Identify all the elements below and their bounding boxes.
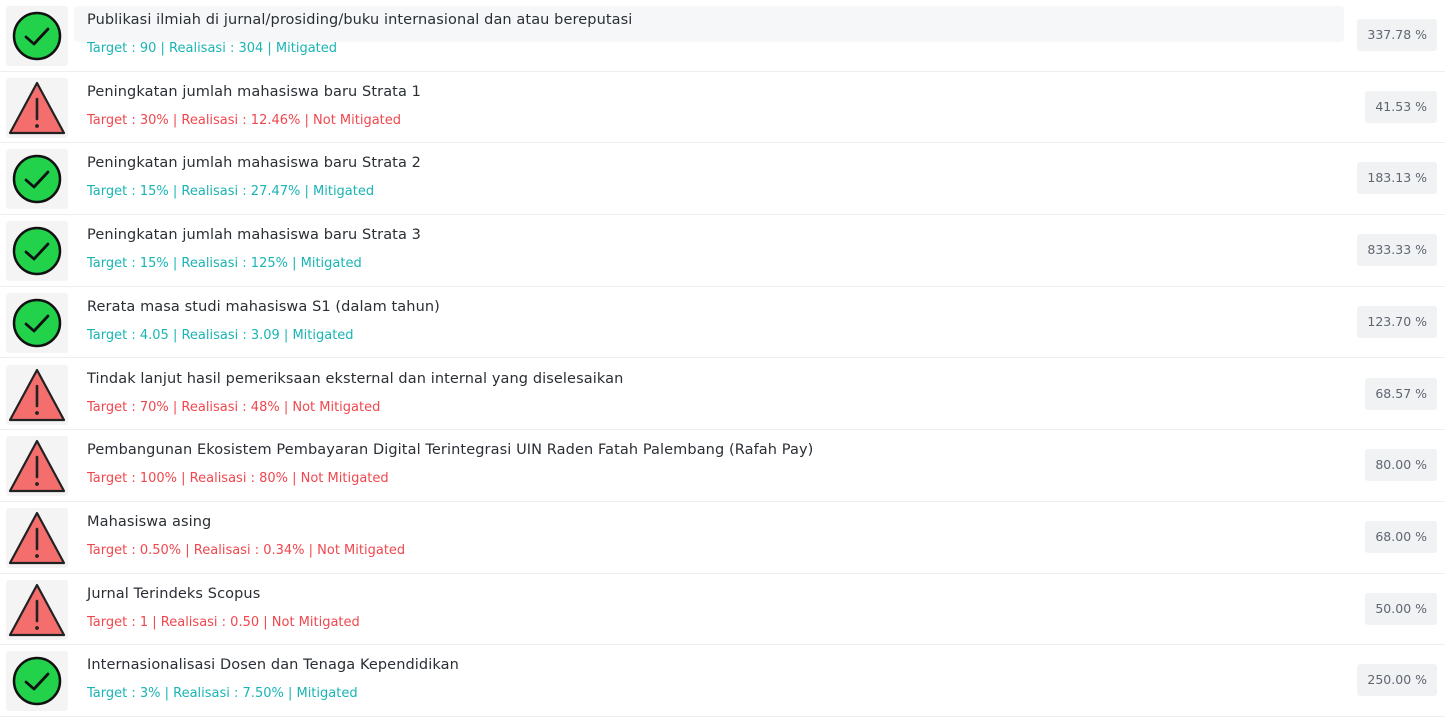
indicator-row[interactable]: Pembangunan Ekosistem Pembayaran Digital… [0, 430, 1445, 502]
indicator-row[interactable]: Tindak lanjut hasil pemeriksaan eksterna… [0, 359, 1445, 431]
indicator-target-realisasi: Target : 3% | Realisasi : 7.50% | Mitiga… [87, 686, 358, 702]
indicator-title: Mahasiswa asing [87, 513, 212, 530]
indicator-title: Peningkatan jumlah mahasiswa baru Strata… [87, 155, 421, 172]
achievement-percent-badge: 833.33 % [1357, 234, 1437, 267]
indicator-row[interactable]: Jurnal Terindeks Scopus Target : 1 | Real… [0, 574, 1445, 646]
check-circle-icon [6, 149, 68, 210]
achievement-percent-badge: 50.00 % [1365, 592, 1437, 625]
indicator-row[interactable]: Rerata masa studi mahasiswa S1 (dalam ta… [0, 287, 1445, 359]
achievement-percent-badge: 183.13 % [1357, 162, 1437, 195]
check-circle-icon [6, 221, 68, 282]
achievement-percent-badge: 123.70 % [1357, 305, 1437, 338]
indicator-title: Publikasi ilmiah di jurnal/prosiding/buk… [87, 12, 633, 28]
indicator-target-realisasi: Target : 4.05 | Realisasi : 3.09 | Mitig… [87, 327, 354, 343]
indicator-target-realisasi: Target : 1 | Realisasi : 0.50 | Not Miti… [87, 614, 360, 630]
achievement-percent-badge: 68.00 % [1365, 520, 1437, 553]
achievement-percent-badge: 80.00 % [1365, 449, 1437, 482]
check-circle-icon [6, 6, 68, 66]
indicator-target-realisasi: Target : 90 | Realisasi : 304 | Mitigate… [87, 41, 338, 56]
indicator-row[interactable]: Internasionalisasi Dosen dan Tenaga Kepe… [0, 645, 1445, 717]
indicator-title: Tindak lanjut hasil pemeriksaan eksterna… [87, 370, 624, 387]
indicator-row[interactable]: Mahasiswa asing Target : 0.50% | Realisas… [0, 502, 1445, 574]
indicator-title: Pembangunan Ekosistem Pembayaran Digital… [87, 442, 814, 459]
indicator-title: Jurnal Terindeks Scopus [87, 585, 261, 602]
check-circle-icon [6, 651, 68, 712]
indicator-title: Internasionalisasi Dosen dan Tenaga Kepe… [87, 657, 459, 674]
indicator-target-realisasi: Target : 100% | Realisasi : 80% | Not Mi… [87, 471, 389, 487]
indicator-target-realisasi: Target : 15% | Realisasi : 27.47% | Miti… [87, 184, 375, 200]
achievement-percent-badge: 68.57 % [1365, 377, 1437, 410]
achievement-percent-badge: 250.00 % [1357, 664, 1437, 697]
warning-triangle-icon [6, 507, 68, 568]
warning-triangle-icon [6, 579, 68, 640]
indicator-target-realisasi: Target : 70% | Realisasi : 48% | Not Mit… [87, 399, 381, 415]
indicator-row[interactable]: Peningkatan jumlah mahasiswa baru Strata… [0, 72, 1445, 144]
indicator-target-realisasi: Target : 15% | Realisasi : 125% | Mitiga… [87, 256, 362, 272]
indicator-title: Peningkatan jumlah mahasiswa baru Strata… [87, 83, 421, 100]
indicator-row[interactable]: Publikasi ilmiah di jurnal/prosiding/buk… [0, 0, 1445, 72]
indicator-list: Publikasi ilmiah di jurnal/prosiding/buk… [0, 0, 1445, 717]
warning-triangle-icon [6, 364, 68, 425]
achievement-percent-badge: 337.78 % [1357, 19, 1437, 51]
indicator-title: Peningkatan jumlah mahasiswa baru Strata… [87, 227, 421, 244]
indicator-row[interactable]: Peningkatan jumlah mahasiswa baru Strata… [0, 215, 1445, 287]
warning-triangle-icon [6, 77, 68, 138]
warning-triangle-icon [6, 436, 68, 497]
indicator-target-realisasi: Target : 30% | Realisasi : 12.46% | Not … [87, 112, 402, 128]
achievement-percent-badge: 41.53 % [1365, 90, 1437, 123]
indicator-row[interactable]: Peningkatan jumlah mahasiswa baru Strata… [0, 143, 1445, 216]
indicator-target-realisasi: Target : 0.50% | Realisasi : 0.34% | Not… [87, 542, 406, 558]
check-circle-icon [6, 292, 68, 353]
indicator-title: Rerata masa studi mahasiswa S1 (dalam ta… [87, 298, 440, 315]
